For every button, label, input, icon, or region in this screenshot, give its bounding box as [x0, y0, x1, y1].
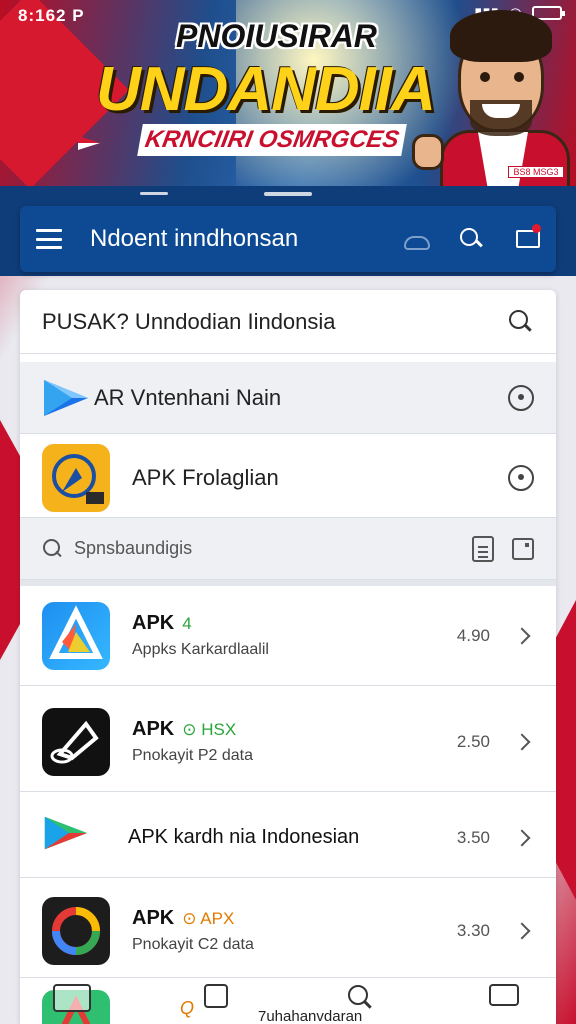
app-info: APK 4 Appks Karkardlaalil — [132, 612, 457, 659]
app-subtitle: Pnokayit C2 data — [132, 936, 254, 953]
menu-icon[interactable] — [36, 229, 62, 249]
app-name-text: APK — [132, 907, 175, 929]
mascot-hair — [450, 10, 552, 62]
nav-gallery[interactable] — [52, 984, 92, 1016]
mascot-eye — [480, 72, 490, 82]
app-name-text: APK — [132, 718, 175, 740]
search-icon — [42, 538, 64, 560]
cloud-icon[interactable] — [402, 226, 430, 252]
app-subtitle: Appks Karkardlaalil — [132, 641, 269, 658]
banner-headline: UNDANDIIA — [96, 55, 436, 124]
app-icon — [42, 601, 110, 670]
content-panel: PUSAK? Unndodian Iindonsia AR Vntenhani … — [20, 290, 556, 1024]
app-size: 4.90 — [456, 625, 490, 645]
app-subtitle: Pnokayit P2 data — [132, 747, 253, 764]
app-name: APK 4 — [132, 612, 457, 635]
app-size: 2.50 — [456, 731, 490, 751]
home-icon — [204, 984, 228, 1008]
document-icon[interactable] — [472, 535, 494, 562]
menu-item-frolaglian[interactable]: APK Frolaglian — [20, 438, 556, 518]
app-info: APK kardh nia Indonesian — [128, 826, 457, 849]
promo-banner[interactable]: 8:162 P ▮▮▮ ◠ PNOIUSIRAR UNDANDIIA KRNCI… — [0, 0, 576, 186]
gallery-icon — [53, 984, 91, 1012]
app-name-text: APK — [132, 612, 175, 634]
mascot-badge: BS8 MSG3 — [508, 166, 564, 178]
app-icon — [42, 813, 110, 863]
menu-item-label: AR Vntenhani Nain — [94, 384, 282, 410]
app-tag: ⊙ APX — [182, 909, 235, 928]
banner-subtitle: KRNCIIRI OSMRGCES — [137, 124, 407, 156]
drag-handle[interactable] — [264, 192, 312, 196]
app-icon — [42, 707, 110, 776]
chevron-right-icon[interactable] — [513, 627, 531, 644]
app-list-item[interactable]: APK 4 Appks Karkardlaalil 4.90 — [20, 586, 556, 686]
app-name: APK ⊙ HSX — [132, 718, 457, 741]
app-tag: 4 — [182, 614, 192, 633]
app-info: APK ⊙ APX Pnokayit C2 data — [132, 907, 457, 954]
app-list-item[interactable]: APK ⊙ APX Pnokayit C2 data 3.30 — [20, 884, 556, 978]
chevron-right-icon[interactable] — [513, 733, 531, 750]
mascot-illustration: BS8 MSG3 — [412, 10, 570, 186]
mascot-hand — [412, 134, 444, 170]
menu-item-vntenhani[interactable]: AR Vntenhani Nain — [20, 362, 556, 434]
nav-q-label: Q — [180, 998, 195, 1018]
menu-item-label: APK Frolaglian — [132, 464, 279, 490]
nav-home-label: 7uhahanvdaran — [258, 1008, 363, 1024]
location-pin-icon[interactable] — [508, 464, 534, 491]
scan-icon[interactable] — [512, 537, 534, 560]
app-info: APK ⊙ HSX Pnokayit P2 data — [132, 718, 457, 765]
search-icon[interactable] — [508, 309, 534, 335]
drag-handle[interactable] — [140, 192, 168, 195]
wallet-icon — [489, 984, 519, 1006]
app-globe-icon — [42, 443, 110, 512]
play-store-icon — [42, 378, 90, 418]
mascot-eye — [514, 72, 524, 82]
app-list-item[interactable]: APK ⊙ HSX Pnokayit P2 data 2.50 — [20, 692, 556, 792]
app-size: 3.30 — [456, 920, 490, 940]
app-tag: ⊙ HSX — [182, 720, 237, 739]
cart-icon[interactable] — [514, 224, 541, 252]
app-icon — [42, 896, 110, 965]
status-time: 8:162 P — [18, 6, 85, 25]
banner-title: PNOIUSIRAR — [176, 18, 377, 54]
nav-home[interactable] — [196, 984, 236, 1016]
sub-search-input[interactable]: Spnsbaundigis — [74, 538, 472, 559]
app-name: APK ⊙ APX — [132, 907, 457, 930]
flag-icon — [78, 136, 100, 150]
search-icon — [347, 984, 373, 1010]
chevron-right-icon[interactable] — [513, 829, 531, 846]
search-input[interactable]: PUSAK? Unndodian Iindonsia — [42, 309, 508, 335]
app-bar: Ndoent inndhonsan — [20, 206, 556, 272]
search-icon[interactable] — [458, 226, 484, 252]
location-pin-icon[interactable] — [508, 384, 534, 411]
sub-search-bar[interactable]: Spnsbaundigis — [20, 518, 556, 580]
app-list-item[interactable]: APK kardh nia Indonesian 3.50 — [20, 798, 556, 878]
search-bar[interactable]: PUSAK? Unndodian Iindonsia — [20, 290, 556, 354]
app-name-text: APK kardh nia Indonesian — [128, 826, 360, 848]
app-size: 3.50 — [456, 827, 490, 847]
nav-wallet[interactable] — [484, 984, 524, 1016]
chevron-right-icon[interactable] — [513, 922, 531, 939]
app-title: Ndoent inndhonsan — [90, 225, 299, 252]
